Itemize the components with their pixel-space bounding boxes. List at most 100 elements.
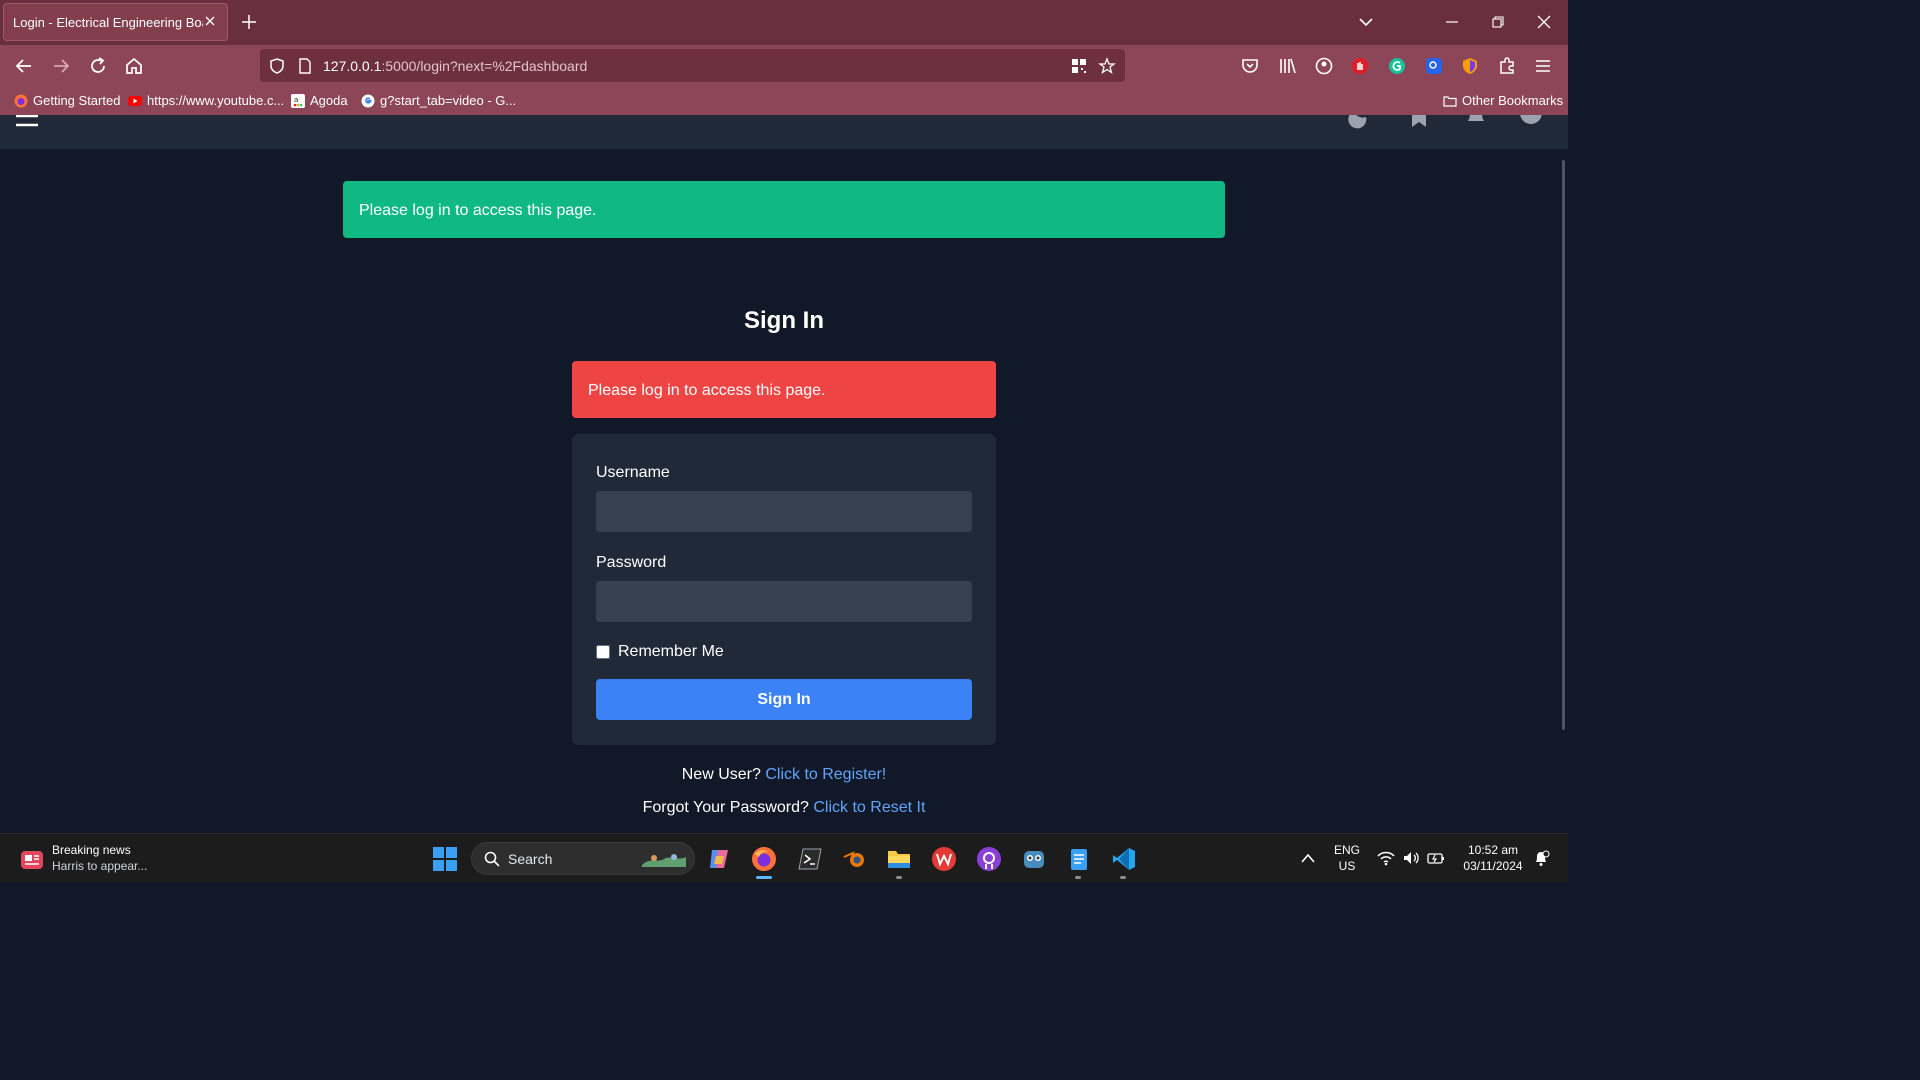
notepad-running-indicator (1075, 876, 1081, 879)
tab-title: Login - Electrical Engineering Board (13, 14, 203, 30)
search-highlight-icon (642, 854, 686, 867)
qr-code-icon[interactable] (1070, 57, 1088, 75)
notifications-bell-icon[interactable] (1532, 850, 1550, 868)
vscode-running-indicator (1120, 876, 1126, 879)
username-label: Username (596, 464, 670, 481)
pocket-icon[interactable] (1240, 56, 1260, 76)
language-indicator[interactable]: ENG US (1334, 842, 1360, 874)
taskbar-search[interactable]: Search (471, 842, 695, 875)
search-icon (484, 851, 500, 867)
show-hidden-icons-chevron-icon[interactable] (1300, 852, 1316, 864)
notepad-icon[interactable] (1066, 846, 1092, 872)
bookmark-getting-started[interactable]: Getting Started (14, 93, 120, 108)
register-link[interactable]: Click to Register! (765, 766, 886, 783)
github-desktop-icon[interactable] (976, 846, 1002, 872)
blender-icon[interactable] (842, 846, 868, 872)
firefox-taskbar-icon[interactable] (751, 846, 777, 872)
flash-error-message: Please log in to access this page. (572, 361, 996, 418)
extension-red-icon[interactable] (1350, 56, 1370, 76)
powershell-icon[interactable] (797, 846, 823, 872)
firefox-icon (14, 94, 28, 107)
home-icon[interactable] (124, 56, 144, 76)
page-icon[interactable] (296, 57, 314, 75)
page-viewport: Please log in to access this page. Sign … (0, 115, 1568, 833)
tab-list-chevron-icon[interactable] (1358, 14, 1374, 30)
username-input[interactable] (596, 491, 972, 532)
reset-prompt: Forgot Your Password? (642, 799, 809, 816)
bookmark-label: g?start_tab=video - G... (380, 93, 517, 108)
wps-office-icon[interactable] (931, 846, 957, 872)
reset-password-link[interactable]: Click to Reset It (813, 799, 925, 816)
volume-icon[interactable] (1402, 850, 1420, 866)
user-profile-icon[interactable] (1518, 115, 1544, 129)
new-tab-icon[interactable] (241, 14, 257, 30)
close-tab-icon[interactable] (203, 14, 217, 28)
clock[interactable]: 10:52 am 03/11/2024 (1458, 842, 1528, 874)
account-icon[interactable] (1314, 56, 1334, 76)
notification-bell-icon[interactable] (1463, 115, 1489, 129)
remember-me-checkbox[interactable] (596, 645, 610, 659)
bookmark-label: Getting Started (33, 93, 121, 108)
extensions-puzzle-icon[interactable] (1497, 56, 1517, 76)
agoda-icon: a (291, 93, 305, 108)
other-bookmarks-label: Other Bookmarks (1462, 93, 1564, 108)
google-icon (361, 94, 375, 107)
youtube-icon (128, 95, 142, 106)
clock-date: 03/11/2024 (1463, 859, 1523, 873)
clock-time: 10:52 am (1467, 843, 1519, 857)
url-host: 127.0.0.1 (323, 58, 382, 74)
bookmark-youtube[interactable]: https://www.youtube.c... (128, 93, 284, 108)
url-path: :5000/login?next=%2Fdashboard (381, 58, 588, 74)
news-subtitle: Harris to appear... (52, 859, 148, 873)
password-input[interactable] (596, 581, 972, 622)
library-icon[interactable] (1277, 56, 1297, 76)
file-explorer-icon[interactable] (886, 846, 912, 872)
wifi-icon[interactable] (1377, 850, 1395, 866)
page-scrollbar[interactable] (1562, 160, 1565, 730)
other-bookmarks[interactable]: Other Bookmarks (1443, 93, 1563, 108)
bookmark-star-icon[interactable] (1098, 57, 1116, 75)
bookmark-google[interactable]: g?start_tab=video - G... (361, 93, 516, 108)
extension-blue-icon[interactable] (1424, 56, 1444, 76)
dark-mode-moon-icon[interactable] (1348, 115, 1374, 129)
register-prompt: New User? (681, 766, 761, 783)
remember-me-label[interactable]: Remember Me (618, 643, 724, 661)
sign-in-button[interactable]: Sign In (596, 679, 972, 720)
region-label: US (1338, 859, 1356, 873)
copilot-icon[interactable] (706, 846, 732, 872)
reload-icon[interactable] (88, 56, 108, 76)
hamburger-menu-icon[interactable] (16, 115, 38, 127)
restore-icon[interactable] (1490, 14, 1506, 30)
windows-start-icon[interactable] (432, 846, 458, 872)
register-line: New User? Click to Register! (0, 766, 1568, 784)
ublock-icon[interactable] (1460, 56, 1480, 76)
news-title: Breaking news (52, 843, 131, 857)
language-label: ENG (1334, 843, 1361, 857)
bookmark-icon[interactable] (1406, 115, 1432, 129)
news-widget[interactable]: Breaking news Harris to appear... (20, 842, 147, 874)
minimize-icon[interactable] (1444, 14, 1460, 30)
page-title: Sign In (744, 307, 824, 334)
grammarly-icon[interactable] (1387, 56, 1407, 76)
battery-icon[interactable] (1427, 850, 1445, 866)
forward-icon[interactable] (51, 56, 71, 76)
explorer-running-indicator (896, 876, 902, 879)
vscode-icon[interactable] (1111, 846, 1137, 872)
godot-icon[interactable] (1021, 846, 1047, 872)
bookmark-agoda[interactable]: a Agoda (291, 93, 348, 108)
browser-tab-active[interactable]: Login - Electrical Engineering Board (3, 3, 228, 41)
firefox-active-indicator (756, 876, 772, 879)
url-text[interactable]: 127.0.0.1:5000/login?next=%2Fdashboard (323, 58, 587, 74)
close-window-icon[interactable] (1536, 14, 1552, 30)
news-icon (21, 851, 43, 869)
shield-icon[interactable] (268, 57, 286, 75)
reset-line: Forgot Your Password? Click to Reset It (0, 799, 1568, 817)
bookmark-label: https://www.youtube.c... (147, 93, 285, 108)
site-header (0, 115, 1568, 149)
menu-icon[interactable] (1533, 56, 1553, 76)
browser-tab-strip: Login - Electrical Engineering Board (0, 0, 1568, 45)
url-bar[interactable]: 127.0.0.1:5000/login?next=%2Fdashboard (260, 49, 1125, 82)
flash-info-message: Please log in to access this page. (343, 181, 1225, 238)
remember-me-row[interactable]: Remember Me (596, 643, 724, 661)
back-icon[interactable] (14, 56, 34, 76)
